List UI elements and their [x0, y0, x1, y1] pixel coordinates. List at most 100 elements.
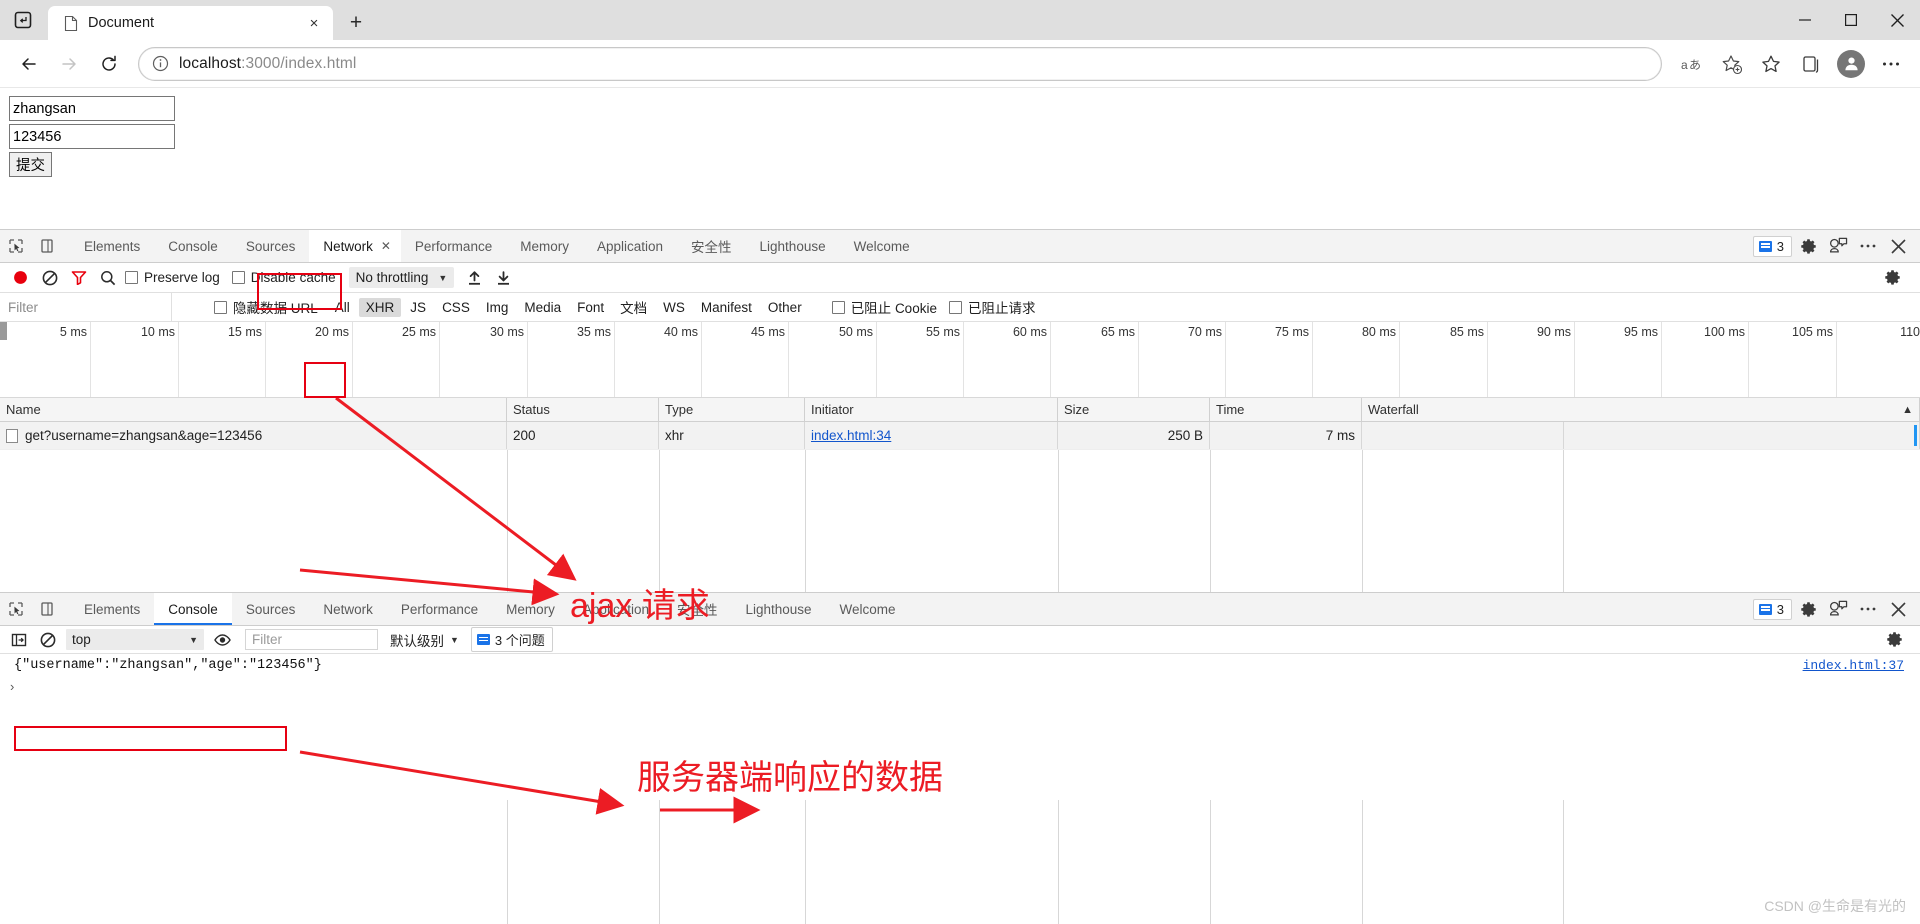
- import-har-icon[interactable]: [460, 265, 489, 291]
- request-initiator-cell[interactable]: index.html:34: [805, 422, 1058, 449]
- table-row[interactable]: get?username=zhangsan&age=123456 200 xhr…: [0, 422, 1920, 450]
- read-aloud-icon[interactable]: aあ: [1672, 45, 1710, 83]
- column-header-name[interactable]: Name: [0, 398, 507, 421]
- filter-type-manifest[interactable]: Manifest: [694, 298, 759, 317]
- network-timeline-overview[interactable]: 5 ms 10 ms 15 ms 20 ms 25 ms 30 ms 35 ms 40 ms 4…: [0, 322, 1920, 398]
- blocked-cookies-checkbox[interactable]: 已阻止 Cookie: [831, 297, 937, 317]
- tab-console[interactable]: Console: [154, 230, 232, 262]
- console-clear-icon[interactable]: [33, 627, 62, 653]
- close-devtools-icon[interactable]: [1884, 233, 1912, 259]
- console-tab-elements[interactable]: Elements: [70, 593, 154, 625]
- back-arrow-icon[interactable]: [10, 45, 48, 83]
- issues-badge[interactable]: 3: [1752, 235, 1792, 257]
- console-sidebar-toggle-icon[interactable]: [4, 627, 33, 653]
- tab-close-icon[interactable]: ×: [303, 12, 325, 34]
- console-tab-memory[interactable]: Memory: [492, 593, 569, 625]
- new-tab-button[interactable]: +: [339, 6, 373, 40]
- close-window-icon[interactable]: [1874, 0, 1920, 40]
- console-close-devtools-icon[interactable]: [1884, 596, 1912, 622]
- network-settings-gear-icon[interactable]: [1878, 265, 1906, 291]
- column-header-type[interactable]: Type: [659, 398, 805, 421]
- search-icon[interactable]: [93, 265, 122, 291]
- filter-type-other[interactable]: Other: [761, 298, 809, 317]
- minimize-icon[interactable]: [1782, 0, 1828, 40]
- address-bar[interactable]: localhost:3000/index.html: [138, 46, 1662, 81]
- collections-icon[interactable]: [1792, 45, 1830, 83]
- tab-network-close-icon[interactable]: ✕: [381, 239, 391, 253]
- column-header-initiator[interactable]: Initiator: [805, 398, 1058, 421]
- console-settings-gear-icon[interactable]: [1794, 596, 1822, 622]
- console-tab-application[interactable]: Application: [569, 593, 663, 625]
- disable-cache-checkbox[interactable]: Disable cache: [231, 270, 336, 285]
- favorites-icon[interactable]: [1752, 45, 1790, 83]
- console-message-source-link[interactable]: index.html:37: [1803, 658, 1904, 673]
- console-tab-welcome[interactable]: Welcome: [826, 593, 910, 625]
- console-inspect-element-icon[interactable]: [0, 593, 31, 625]
- console-issues-badge[interactable]: 3: [1752, 598, 1792, 620]
- customize-devtools-icon[interactable]: [1824, 233, 1852, 259]
- console-tab-sources[interactable]: Sources: [232, 593, 310, 625]
- console-tab-lighthouse[interactable]: Lighthouse: [731, 593, 825, 625]
- settings-gear-icon[interactable]: [1794, 233, 1822, 259]
- filter-type-font[interactable]: Font: [570, 298, 611, 317]
- console-tab-security[interactable]: 安全性: [663, 593, 732, 625]
- more-options-icon[interactable]: [1854, 233, 1882, 259]
- column-header-waterfall[interactable]: Waterfall ▲: [1362, 398, 1920, 421]
- filter-funnel-icon[interactable]: [64, 265, 93, 291]
- tab-security[interactable]: 安全性: [677, 230, 746, 262]
- console-prompt[interactable]: ›: [0, 676, 1920, 696]
- column-header-status[interactable]: Status: [507, 398, 659, 421]
- request-name-cell[interactable]: get?username=zhangsan&age=123456: [0, 422, 507, 449]
- filter-type-ws[interactable]: WS: [656, 298, 692, 317]
- maximize-icon[interactable]: [1828, 0, 1874, 40]
- username-input[interactable]: [9, 96, 175, 121]
- console-tab-performance[interactable]: Performance: [387, 593, 492, 625]
- blocked-requests-checkbox[interactable]: 已阻止请求: [948, 297, 1035, 317]
- console-customize-devtools-icon[interactable]: [1824, 596, 1852, 622]
- submit-button[interactable]: 提交: [9, 152, 52, 177]
- filter-type-css[interactable]: CSS: [435, 298, 477, 317]
- tab-memory[interactable]: Memory: [506, 230, 583, 262]
- hide-data-urls-checkbox[interactable]: 隐藏数据 URL: [214, 297, 318, 317]
- tab-sources[interactable]: Sources: [232, 230, 310, 262]
- tab-lighthouse[interactable]: Lighthouse: [746, 230, 840, 262]
- browser-tab[interactable]: Document ×: [48, 6, 333, 40]
- console-settings-icon[interactable]: [1880, 627, 1908, 653]
- live-expression-eye-icon[interactable]: [208, 627, 237, 653]
- settings-more-icon[interactable]: [1872, 45, 1910, 83]
- console-issues-pill[interactable]: 3 个问题: [470, 627, 553, 652]
- tab-welcome[interactable]: Welcome: [840, 230, 924, 262]
- record-button-icon[interactable]: [6, 265, 35, 291]
- tab-network[interactable]: Network ✕: [309, 230, 401, 262]
- filter-type-img[interactable]: Img: [479, 298, 516, 317]
- console-more-options-icon[interactable]: [1854, 596, 1882, 622]
- console-device-toolbar-icon[interactable]: [31, 593, 62, 625]
- filter-type-all[interactable]: All: [328, 298, 357, 317]
- filter-type-xhr[interactable]: XHR: [358, 297, 402, 317]
- console-context-select[interactable]: top ▼: [66, 629, 204, 650]
- initiator-link[interactable]: index.html:34: [811, 428, 891, 443]
- console-message[interactable]: {"username":"zhangsan","age":"123456"} i…: [0, 654, 1920, 676]
- console-level-select[interactable]: 默认级别 ▼: [390, 630, 459, 650]
- site-info-icon[interactable]: [149, 53, 171, 75]
- console-tab-network[interactable]: Network: [309, 593, 387, 625]
- console-tab-console[interactable]: Console: [154, 593, 232, 625]
- filter-type-doc[interactable]: 文档: [613, 295, 654, 319]
- inspect-element-icon[interactable]: [0, 230, 31, 262]
- clear-button-icon[interactable]: [35, 265, 64, 291]
- filter-type-js[interactable]: JS: [403, 298, 433, 317]
- throttling-select[interactable]: No throttling ▼: [348, 267, 455, 288]
- device-toolbar-icon[interactable]: [31, 230, 62, 262]
- filter-type-media[interactable]: Media: [517, 298, 568, 317]
- tab-performance[interactable]: Performance: [401, 230, 506, 262]
- column-header-time[interactable]: Time: [1210, 398, 1362, 421]
- profile-avatar[interactable]: [1837, 49, 1865, 78]
- reload-icon[interactable]: [90, 45, 128, 83]
- network-filter-input[interactable]: [0, 293, 172, 321]
- console-filter-input[interactable]: [245, 629, 378, 650]
- export-har-icon[interactable]: [489, 265, 518, 291]
- tab-elements[interactable]: Elements: [70, 230, 154, 262]
- tab-application[interactable]: Application: [583, 230, 677, 262]
- column-header-size[interactable]: Size: [1058, 398, 1210, 421]
- password-input[interactable]: [9, 124, 175, 149]
